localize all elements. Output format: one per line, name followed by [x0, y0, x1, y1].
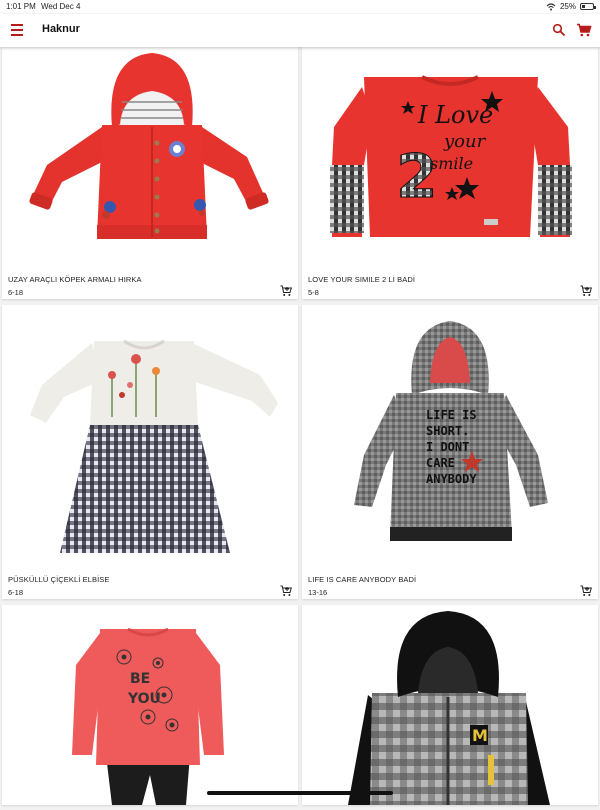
product-image: I Love your 2 smile: [302, 47, 598, 269]
product-image: LIFE IS SHORT. I DONT CARE ANYBODY: [302, 305, 598, 567]
status-time: 1:01 PM: [6, 2, 36, 11]
life-text-2: SHORT.: [426, 424, 469, 438]
product-size: 13-16: [308, 588, 327, 597]
menu-button[interactable]: [8, 22, 26, 38]
product-size: 6-18: [8, 588, 23, 597]
love-text-2: your: [443, 131, 487, 152]
life-text-3: I DONT: [426, 440, 469, 454]
add-to-cart-icon[interactable]: [280, 585, 292, 597]
product-size: 5-8: [308, 288, 319, 297]
white-top-gingham-dress-icon: [2, 305, 298, 567]
product-image: BE YOU: [2, 605, 298, 805]
home-indicator[interactable]: [207, 791, 393, 795]
status-date: Wed Dec 4: [41, 2, 80, 11]
app-bar: Haknur: [0, 14, 600, 47]
app-title: Haknur: [42, 23, 80, 35]
product-name: LIFE IS CARE ANYBODY BADİ: [308, 575, 416, 584]
love-text-3: smile: [430, 154, 473, 173]
add-to-cart-icon[interactable]: [580, 585, 592, 597]
product-image: M: [302, 605, 598, 805]
wifi-icon: [546, 3, 556, 11]
product-size: 6-18: [8, 288, 23, 297]
life-text-1: LIFE IS: [426, 408, 477, 422]
love-number: 2: [396, 142, 438, 212]
life-text-5: ANYBODY: [426, 472, 477, 486]
hoodie-letter: M: [472, 726, 488, 745]
life-text-4: CARE: [426, 456, 455, 470]
status-right: 25%: [546, 2, 594, 11]
status-bar: 1:01 PM Wed Dec 4 25%: [0, 0, 600, 14]
product-name: LOVE YOUR SIMILE 2 Lİ BADİ: [308, 275, 415, 284]
hamburger-icon: [11, 24, 23, 26]
product-name: PÜSKÜLLÜ ÇİÇEKLİ ELBİSE: [8, 575, 110, 584]
product-image: [2, 305, 298, 567]
product-card[interactable]: UZAY ARAÇLI KÖPEK ARMALI HIRKA 6-18: [2, 47, 298, 299]
product-name: UZAY ARAÇLI KÖPEK ARMALI HIRKA: [8, 275, 142, 284]
grey-hooded-tunic-icon: LIFE IS SHORT. I DONT CARE ANYBODY: [302, 305, 598, 567]
product-image: [2, 47, 298, 269]
coral-top-black-leggings-icon: BE YOU: [2, 605, 298, 805]
add-to-cart-icon[interactable]: [580, 285, 592, 297]
search-icon[interactable]: [552, 23, 566, 37]
product-card[interactable]: PÜSKÜLLÜ ÇİÇEKLİ ELBİSE 6-18: [2, 305, 298, 599]
love-text-1: I Love: [417, 101, 493, 129]
red-hooded-cardigan-icon: [2, 47, 298, 269]
be-text-1: BE: [130, 671, 150, 687]
product-card[interactable]: BE YOU: [2, 605, 298, 805]
red-sweatshirt-plaid-sleeves-icon: I Love your 2 smile: [302, 47, 598, 269]
product-card[interactable]: I Love your 2 smile LOVE YOUR SIMILE 2 L…: [302, 47, 598, 299]
battery-percent: 25%: [560, 2, 576, 11]
add-to-cart-icon[interactable]: [280, 285, 292, 297]
black-hoodie-plaid-vest-icon: M: [302, 605, 598, 805]
battery-icon: [580, 3, 594, 10]
product-card[interactable]: M: [302, 605, 598, 805]
product-card[interactable]: LIFE IS SHORT. I DONT CARE ANYBODY LIFE …: [302, 305, 598, 599]
cart-icon[interactable]: [576, 23, 592, 37]
